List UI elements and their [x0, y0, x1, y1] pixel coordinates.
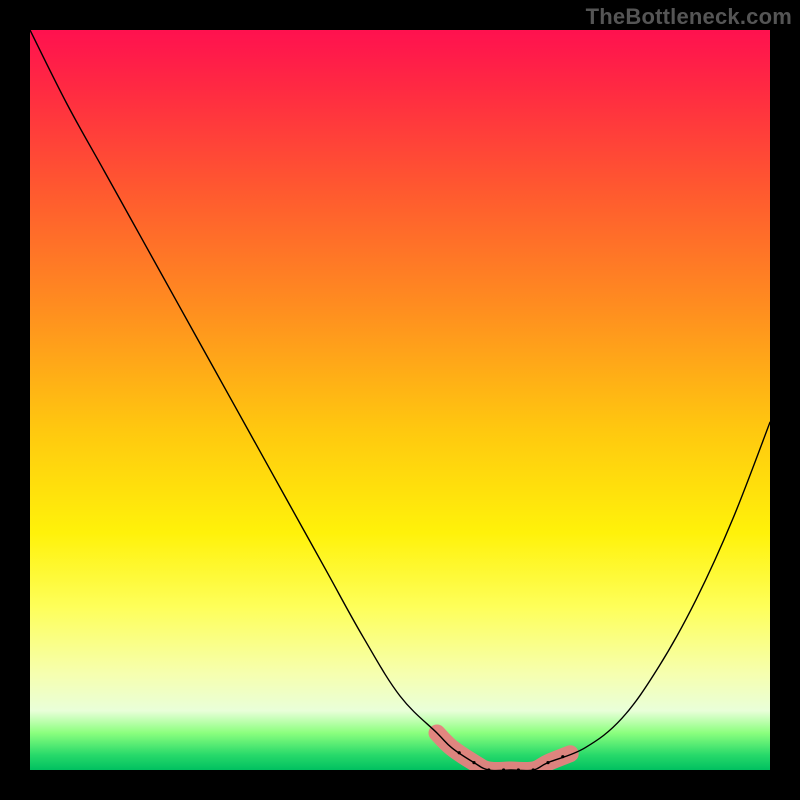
- chart-stage: TheBottleneck.com: [0, 0, 800, 800]
- annotation-dot: [561, 755, 564, 758]
- annotation-dot: [458, 751, 461, 754]
- annotation-dot: [472, 761, 475, 764]
- bottleneck-curve-path: [30, 30, 770, 770]
- plot-area: [30, 30, 770, 770]
- annotation-dot: [546, 761, 549, 764]
- watermark-text: TheBottleneck.com: [586, 4, 792, 30]
- curve-group: [30, 30, 770, 770]
- curve-layer: [30, 30, 770, 770]
